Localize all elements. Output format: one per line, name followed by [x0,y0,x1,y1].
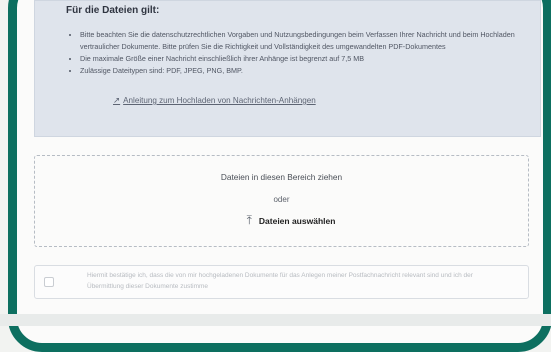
select-files-button[interactable]: ⤒ Dateien auswählen [231,212,351,230]
file-rule-size: Die maximale Größe einer Nachricht einsc… [80,53,542,65]
file-rules-panel: Für die Dateien gilt: Bitte beachten Sie… [34,0,541,137]
file-rule-types: Zulässige Dateitypen sind: PDF, JPEG, PN… [80,65,542,77]
upload-confirmation[interactable]: Hiermit bestätige ich, dass die von mir … [34,265,529,299]
file-rules-heading: Für die Dateien gilt: [66,5,160,16]
file-rule-privacy: Bitte beachten Sie die datenschutzrechtl… [80,29,542,53]
dropzone-instruction: Dateien in diesen Bereich ziehen [220,172,343,182]
dropzone-or-label: oder [273,195,290,204]
upload-guide-label: Anleitung zum Hochladen von Nachrichten-… [123,96,316,105]
external-link-icon: ↗ [113,95,121,105]
confirmation-checkbox[interactable] [44,277,54,287]
file-dropzone[interactable]: Dateien in diesen Bereich ziehen oder ⤒ … [34,155,529,247]
upload-icon: ⤒ [246,212,252,227]
bottom-page-strip [0,314,551,326]
select-files-label: Dateien auswählen [258,216,336,226]
upload-guide-link[interactable]: ↗ Anleitung zum Hochladen von Nachrichte… [113,95,316,106]
confirmation-text: Hiermit bestätige ich, dass die von mir … [87,272,473,290]
file-rules-list: Bitte beachten Sie die datenschutzrechtl… [63,29,542,77]
